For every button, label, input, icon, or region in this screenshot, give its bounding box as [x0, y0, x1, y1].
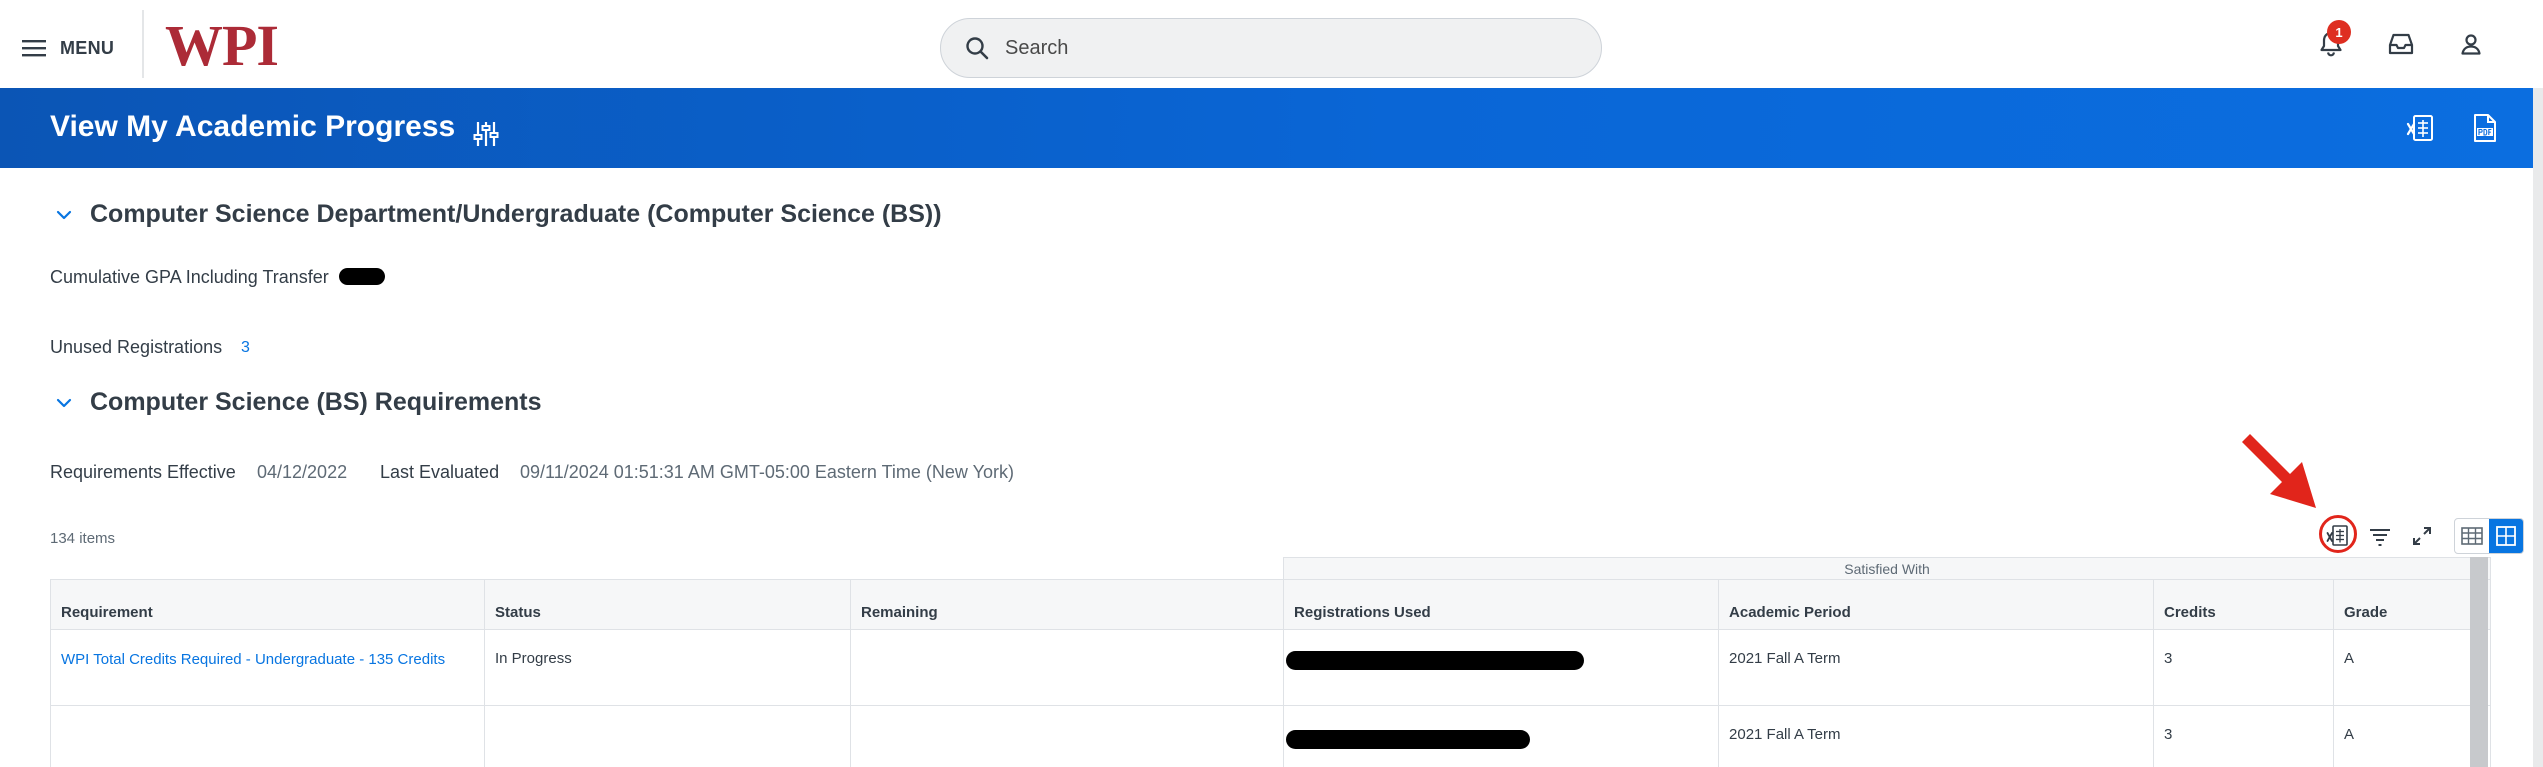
registrations-used-cell [1283, 705, 1720, 767]
requirements-section-header[interactable]: Computer Science (BS) Requirements [56, 388, 542, 417]
academic-period-cell: 2021 Fall A Term [1718, 705, 2155, 767]
grade-cell: A [2333, 629, 2492, 706]
last-evaluated-label: Last Evaluated [380, 462, 500, 482]
academic-period-cell: 2021 Fall A Term [1718, 629, 2155, 706]
menu-button[interactable]: MENU [22, 28, 114, 68]
inbox-icon [2388, 33, 2414, 55]
table-view-button[interactable] [2455, 519, 2489, 553]
credits-cell: 3 [2153, 629, 2335, 706]
column-header-registrations-used[interactable]: Registrations Used [1283, 579, 1720, 630]
unused-registrations-label: Unused Registrations [50, 337, 223, 357]
page-title: View My Academic Progress [50, 110, 456, 143]
grid-view-toggle [2454, 518, 2524, 554]
grade-cell: A [2333, 705, 2492, 767]
last-evaluated-value: 09/11/2024 01:51:31 AM GMT-05:00 Eastern… [520, 462, 1014, 482]
export-pdf-button[interactable] [2467, 110, 2503, 146]
status-cell: In Progress [484, 629, 851, 706]
gpa-label: Cumulative GPA Including Transfer [50, 267, 329, 287]
filter-icon [2370, 529, 2390, 546]
column-header-requirement[interactable]: Requirement [50, 579, 485, 630]
grid-toolbar [2322, 518, 2524, 554]
page-scrollbar[interactable] [2533, 88, 2543, 767]
search-box[interactable] [940, 18, 1602, 78]
registration-redacted [1286, 730, 1531, 749]
program-section-header[interactable]: Computer Science Department/Undergraduat… [56, 200, 942, 229]
export-excel-icon [2326, 525, 2348, 546]
page-header: View My Academic Progress [0, 88, 2543, 168]
notification-badge: 1 [2327, 20, 2351, 44]
registration-redacted [1286, 651, 1585, 670]
user-icon [2461, 34, 2481, 55]
annotation-arrow-icon [2242, 434, 2316, 508]
grid-filter-button[interactable] [2364, 520, 2396, 552]
remaining-cell [849, 629, 1285, 706]
menu-icon [22, 40, 46, 57]
brand-divider [142, 10, 144, 78]
items-count: 134 items [50, 530, 116, 547]
requirements-effective-value: 04/12/2022 [257, 462, 348, 482]
column-header-credits[interactable]: Credits [2153, 579, 2335, 630]
table-view-icon [2461, 527, 2483, 545]
gpa-value-redacted [339, 268, 385, 285]
inbox-button[interactable] [2381, 24, 2421, 64]
remaining-cell [849, 705, 1285, 767]
expand-icon [2413, 527, 2431, 545]
grid-fullscreen-button[interactable] [2406, 520, 2438, 552]
export-excel-icon [2406, 115, 2433, 141]
requirement-cell [50, 705, 485, 767]
requirement-cell: WPI Total Credits Required - Undergradua… [50, 629, 485, 706]
table-row: WPI Total Credits Required - Undergradua… [50, 629, 2492, 706]
credits-cell: 3 [2153, 705, 2335, 767]
filter-settings-button[interactable] [466, 114, 506, 154]
export-pdf-icon [2474, 114, 2496, 142]
program-section-title: Computer Science Department/Undergraduat… [90, 200, 942, 228]
filter-sliders-icon [473, 122, 499, 146]
column-header-remaining[interactable]: Remaining [849, 579, 1285, 630]
notifications-button[interactable]: 1 [2311, 20, 2351, 64]
header-actions [2403, 110, 2503, 146]
table-row: 2021 Fall A Term 3 A [50, 705, 2492, 767]
grid-view-button[interactable] [2489, 519, 2523, 553]
table-scrollbar[interactable] [2470, 557, 2488, 767]
profile-button[interactable] [2451, 24, 2491, 64]
search-input[interactable] [1005, 36, 1565, 60]
chevron-down-icon [56, 210, 72, 219]
satisfied-with-group-header: Satisfied With [1283, 557, 2492, 580]
column-header-status[interactable]: Status [484, 579, 851, 630]
requirements-grid: Satisfied With Requirement Status Remain… [50, 557, 2492, 767]
wpi-logo[interactable]: WPI [165, 14, 279, 78]
top-icons: 1 [2311, 20, 2491, 64]
unused-registrations-link[interactable]: 3 [241, 339, 250, 357]
requirements-section-title: Computer Science (BS) Requirements [90, 388, 542, 416]
requirements-effective-label: Requirements Effective [50, 462, 236, 482]
column-header-academic-period[interactable]: Academic Period [1718, 579, 2155, 630]
grid-view-icon [2496, 526, 2516, 546]
status-cell [484, 705, 851, 767]
top-navigation-bar: MENU WPI 1 [0, 0, 2543, 88]
menu-label: MENU [60, 37, 115, 58]
grid-export-excel-button[interactable] [2322, 520, 2354, 552]
column-header-grade[interactable]: Grade [2333, 579, 2492, 630]
registrations-used-cell [1283, 629, 1720, 706]
export-excel-button[interactable] [2403, 110, 2439, 146]
grid-group-spacer [50, 557, 1284, 580]
chevron-down-icon [56, 398, 72, 407]
requirement-link[interactable]: WPI Total Credits Required - Undergradua… [61, 651, 445, 668]
search-icon [966, 37, 989, 60]
